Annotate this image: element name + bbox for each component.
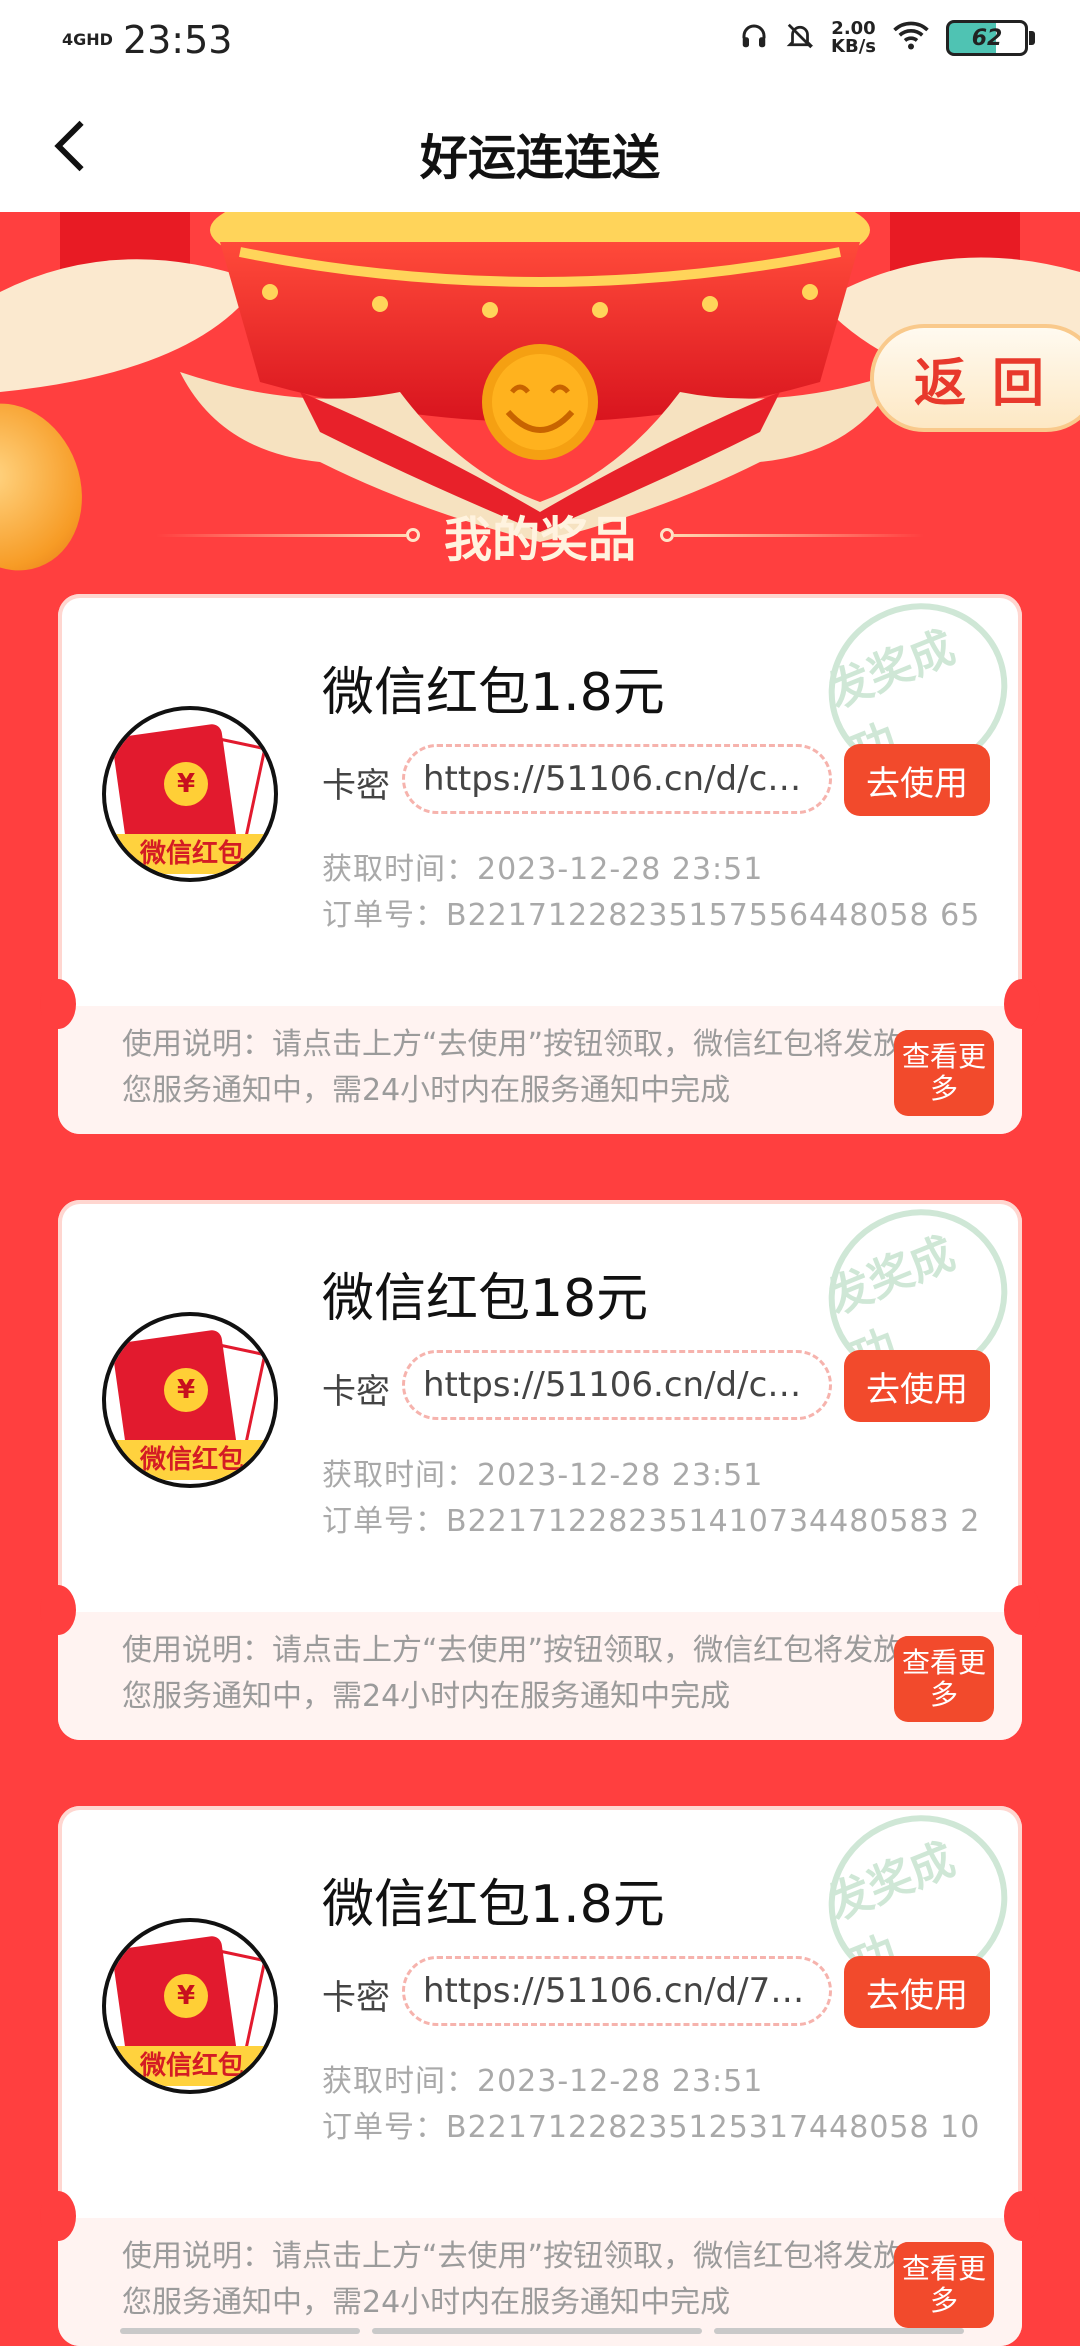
status-bar: 4GHD 23:53 2.00 KB/s 62: [0, 0, 1080, 84]
card-key-field[interactable]: https://51106.cn/d/751…: [402, 1956, 832, 2026]
usage-note: 使用说明：请点击上方“去使用”按钮领取，微信红包将发放至您服务通知中，需24小时…: [122, 2239, 934, 2320]
mute-bell-icon: [785, 21, 815, 55]
prize-title: 微信红包18元: [322, 1269, 649, 1329]
scroll-indicator: [120, 2328, 360, 2334]
network-speed: 2.00 KB/s: [831, 18, 876, 57]
view-more-button[interactable]: 查看更多: [894, 1636, 994, 1722]
use-button[interactable]: 去使用: [844, 744, 990, 816]
order-number: 订单号：B22171228235157556448058 65: [322, 898, 981, 933]
order-number: 订单号：B221712282351410734480583 2: [322, 1504, 981, 1539]
red-packet-icon: ¥ 微信红包: [102, 1312, 278, 1488]
use-button[interactable]: 去使用: [844, 1956, 990, 2028]
obtain-time: 获取时间：2023-12-28 23:51: [322, 852, 764, 887]
card-key-field[interactable]: https://51106.cn/d/ced…: [402, 744, 832, 814]
section-title: 我的奖品: [0, 500, 1080, 570]
card-key-label: 卡密: [322, 766, 390, 806]
usage-note: 使用说明：请点击上方“去使用”按钮领取，微信红包将发放至您服务通知中，需24小时…: [122, 1633, 934, 1714]
obtain-time: 获取时间：2023-12-28 23:51: [322, 2064, 764, 2099]
prize-card: 发奖成功 ¥ 微信红包 微信红包1.8元 卡密 https://51106.cn…: [40, 1788, 1040, 2346]
nav-bar: 好运连连送: [0, 84, 1080, 212]
wifi-icon: [892, 21, 930, 55]
prize-card: 发奖成功 ¥ 微信红包 微信红包18元 卡密 https://51106.cn/…: [40, 1182, 1040, 1740]
use-button[interactable]: 去使用: [844, 1350, 990, 1422]
network-indicator: 4GHD: [62, 30, 113, 49]
return-button[interactable]: 返回: [870, 324, 1080, 432]
prize-title: 微信红包1.8元: [322, 663, 665, 723]
headphones-icon: [739, 21, 769, 55]
card-key-label: 卡密: [322, 1978, 390, 2018]
view-more-button[interactable]: 查看更多: [894, 2242, 994, 2328]
card-key-label: 卡密: [322, 1372, 390, 1412]
view-more-button[interactable]: 查看更多: [894, 1030, 994, 1116]
red-packet-icon: ¥ 微信红包: [102, 1918, 278, 2094]
page-title: 好运连连送: [419, 130, 660, 186]
card-key-field[interactable]: https://51106.cn/d/cc5…: [402, 1350, 832, 1420]
order-number: 订单号：B22171228235125317448058 10: [322, 2110, 981, 2145]
red-packet-icon: ¥ 微信红包: [102, 706, 278, 882]
scroll-indicator: [714, 2328, 964, 2334]
prize-card: 发奖成功 ¥ 微信红包 微信红包1.8元 卡密 https://51106.cn…: [40, 576, 1040, 1134]
obtain-time: 获取时间：2023-12-28 23:51: [322, 1458, 764, 1493]
status-time: 23:53: [122, 18, 233, 62]
prize-title: 微信红包1.8元: [322, 1875, 665, 1935]
scroll-indicator: [372, 2328, 702, 2334]
usage-note: 使用说明：请点击上方“去使用”按钮领取，微信红包将发放至您服务通知中，需24小时…: [122, 1027, 934, 1108]
battery-icon: 62: [946, 20, 1035, 56]
